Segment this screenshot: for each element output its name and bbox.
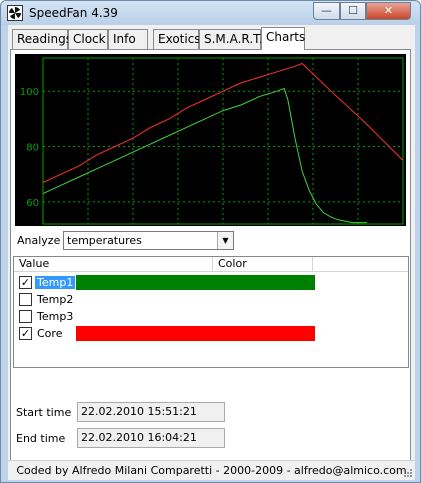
tab-charts[interactable]: Charts: [261, 27, 305, 50]
analyze-dropdown[interactable]: temperatures ▼: [63, 231, 234, 250]
end-time-label: End time: [16, 432, 66, 445]
start-time-label: Start time: [16, 406, 72, 419]
series-label: Temp3: [37, 310, 74, 323]
client-area: Readings Clock Info Exotics S.M.A.R.T. C…: [8, 25, 415, 480]
tab-readings[interactable]: Readings: [12, 29, 72, 49]
chart-plot: 60 80 100: [20, 57, 404, 225]
status-bar-credits: Coded by Alfredo Milani Comparetti - 200…: [16, 464, 407, 477]
window-title: SpeedFan 4.39: [29, 6, 118, 20]
chevron-down-icon[interactable]: ▼: [217, 232, 233, 249]
tab-exotics[interactable]: Exotics: [153, 29, 201, 49]
charts-tab-panel: 60 80 100 Analyze temperatures ▼ Value Col…: [10, 49, 411, 478]
series-listview[interactable]: Value Color ✓ Temp1 Temp2 Temp3 ✓ Core: [13, 256, 409, 368]
maximize-button[interactable]: ☐: [340, 2, 366, 20]
series-label: Temp2: [37, 293, 74, 306]
status-bar: Coded by Alfredo Milani Comparetti - 200…: [8, 460, 415, 480]
close-button[interactable]: ✕: [366, 2, 411, 20]
series-checkbox[interactable]: [19, 293, 32, 306]
tab-clock[interactable]: Clock: [68, 29, 108, 49]
chart-y-tick-label: 100: [20, 87, 39, 98]
resize-grip-icon[interactable]: [403, 468, 413, 478]
list-item[interactable]: ✓ Core: [14, 325, 408, 342]
chart-y-tick-label: 60: [26, 198, 39, 209]
tab-info[interactable]: Info: [108, 29, 148, 49]
start-time-field[interactable]: 22.02.2010 15:51:21: [77, 402, 225, 422]
list-item[interactable]: Temp2: [14, 291, 408, 308]
column-header-color[interactable]: Color: [213, 257, 313, 272]
chart-series-line-temp1: [42, 87, 367, 224]
list-item[interactable]: Temp3: [14, 308, 408, 325]
analyze-dropdown-value: temperatures: [67, 234, 142, 247]
series-checkbox[interactable]: ✓: [19, 327, 32, 340]
chart-y-tick-label: 80: [26, 143, 39, 154]
analyze-label: Analyze: [17, 234, 61, 247]
column-header-value[interactable]: Value: [14, 257, 213, 272]
list-item[interactable]: ✓ Temp1: [14, 274, 408, 291]
speedfan-window: SpeedFan 4.39 — ☐ ✕ Readings Clock Info …: [0, 0, 421, 483]
series-color-swatch[interactable]: [76, 326, 315, 341]
series-label: Temp1: [35, 276, 76, 289]
tab-smart[interactable]: S.M.A.R.T.: [199, 29, 263, 49]
series-label: Core: [37, 327, 63, 340]
title-bar[interactable]: SpeedFan 4.39 — ☐ ✕: [1, 1, 420, 25]
end-time-field[interactable]: 22.02.2010 16:04:21: [77, 428, 225, 448]
minimize-button[interactable]: —: [313, 2, 340, 20]
listview-header: Value Color: [14, 257, 408, 272]
temperature-chart: 60 80 100: [15, 54, 406, 226]
speedfan-app-icon[interactable]: [7, 5, 23, 21]
series-checkbox[interactable]: ✓: [19, 276, 32, 289]
series-checkbox[interactable]: [19, 310, 32, 323]
series-color-swatch[interactable]: [76, 275, 315, 290]
